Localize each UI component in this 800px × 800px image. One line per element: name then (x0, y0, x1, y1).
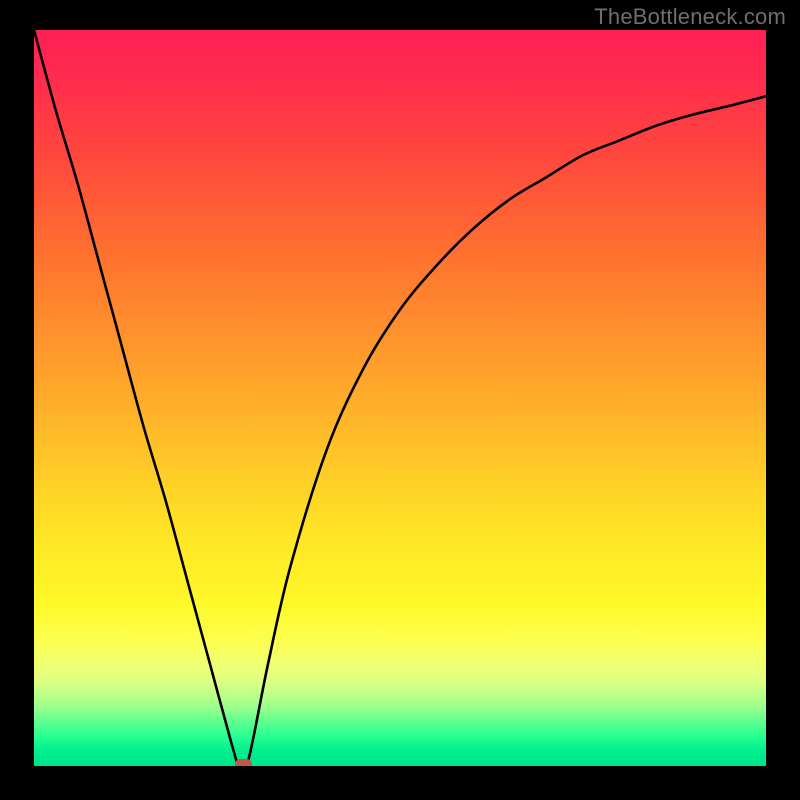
chart-frame: TheBottleneck.com (0, 0, 800, 800)
watermark-text: TheBottleneck.com (594, 4, 786, 30)
bottleneck-curve (34, 30, 766, 766)
minimum-marker (235, 759, 252, 766)
plot-area (34, 30, 766, 766)
